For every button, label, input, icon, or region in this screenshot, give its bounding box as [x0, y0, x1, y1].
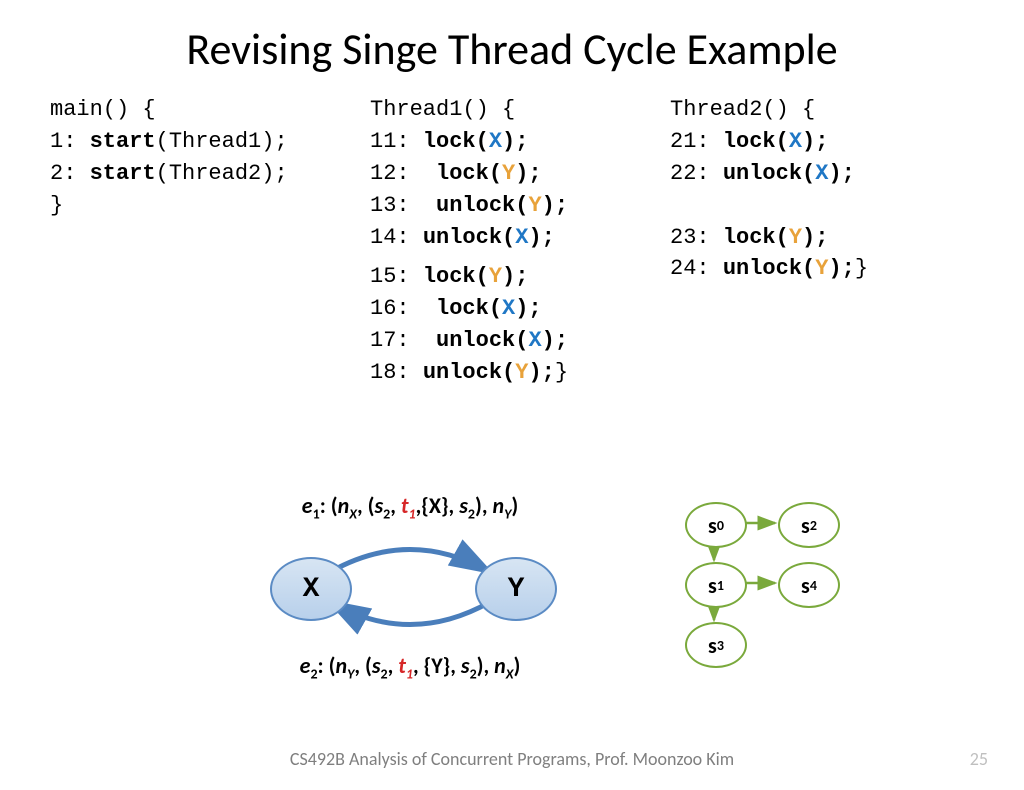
lock-graph: e1: (nX, (s2, t1,{X}, s2), nY) X Y e2: (…: [200, 492, 620, 712]
node-x: X: [270, 557, 352, 621]
state-s0: s0: [685, 502, 747, 548]
main-code: main() { 1: start(Thread1); 2: start(Thr…: [50, 94, 350, 389]
node-y: Y: [475, 557, 557, 621]
thread1-code: Thread1() { 11: lock(X); 12: lock(Y); 13…: [370, 94, 650, 389]
code-columns: main() { 1: start(Thread1); 2: start(Thr…: [0, 94, 1024, 389]
state-graph: s0 s2 s1 s4 s3: [680, 502, 900, 722]
edge2-label: e2: (nY, (s2, t1, {Y}, s2), nX): [200, 652, 620, 682]
lock-graph-svg: [200, 522, 620, 672]
state-s2: s2: [778, 502, 840, 548]
edge1-label: e1: (nX, (s2, t1,{X}, s2), nY): [200, 492, 620, 522]
state-s4: s4: [778, 562, 840, 608]
page-number: 25: [970, 748, 988, 770]
state-s3: s3: [685, 622, 747, 668]
state-s1: s1: [685, 562, 747, 608]
footer-text: CS492B Analysis of Concurrent Programs, …: [0, 748, 1024, 770]
slide-title: Revising Singe Thread Cycle Example: [0, 22, 1024, 76]
thread2-code: Thread2() { 21: lock(X); 22: unlock(X); …: [670, 94, 950, 389]
